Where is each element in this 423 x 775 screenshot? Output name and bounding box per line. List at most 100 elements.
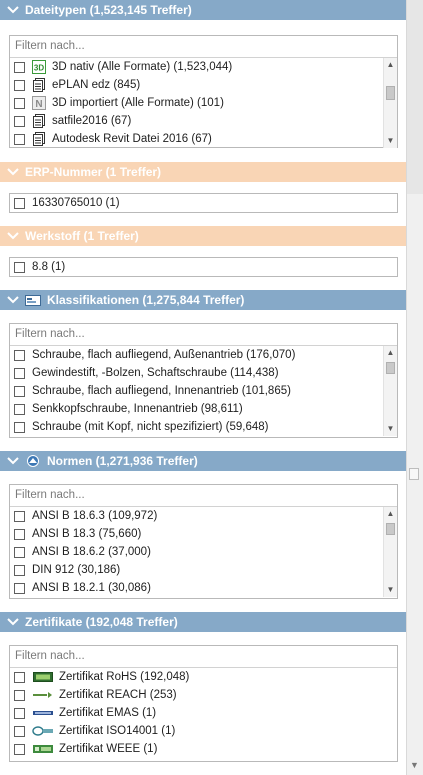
filter-input[interactable]: [15, 40, 392, 52]
list-item[interactable]: Zertifikat ISO14001 (1): [10, 722, 397, 740]
scroll-down-icon[interactable]: ▼: [384, 135, 397, 147]
filter-input[interactable]: [15, 650, 392, 662]
list-item[interactable]: DIN 912 (30,186): [10, 561, 397, 579]
item-label: ANSI B 18.2.1 (30,086): [32, 582, 151, 594]
list-scrollbar[interactable]: ▲ ▼: [383, 58, 397, 148]
scroll-up-icon[interactable]: ▲: [384, 347, 397, 359]
scroll-up-icon[interactable]: ▲: [384, 59, 397, 71]
section-header-dateitypen[interactable]: Dateitypen (1,523,145 Treffer): [0, 0, 406, 20]
scroll-thumb[interactable]: [386, 523, 395, 535]
filter-field[interactable]: [10, 646, 397, 668]
scroll-up-icon[interactable]: ▲: [384, 508, 397, 520]
checkbox[interactable]: [14, 421, 25, 433]
checkbox[interactable]: [14, 349, 25, 361]
list-item[interactable]: ANSI B 18.6.3 (109,972): [10, 507, 397, 525]
list-item[interactable]: 8.8 (1): [10, 258, 397, 276]
checkbox[interactable]: [14, 61, 25, 73]
filter-field[interactable]: [10, 485, 397, 507]
document-icon: [32, 132, 46, 146]
list-item[interactable]: Schraube, flach aufliegend, Innenantrieb…: [10, 382, 397, 400]
item-label: Zertifikat WEEE (1): [59, 743, 158, 755]
item-label: 3D importiert (Alle Formate) (101): [52, 97, 224, 109]
list-item[interactable]: Senkkopfschraube, Innenantrieb (98,611): [10, 400, 397, 418]
scroll-thumb[interactable]: [386, 362, 395, 374]
emas-logo-icon: [32, 707, 54, 719]
chevron-down-icon: [6, 454, 20, 468]
scroll-down-icon[interactable]: ▼: [384, 423, 397, 435]
checkbox[interactable]: [14, 510, 25, 522]
list-item[interactable]: ePLAN edz (845): [10, 76, 397, 94]
reach-logo-icon: [32, 689, 54, 701]
item-label: Schraube, flach aufliegend, Außenantrieb…: [32, 349, 296, 361]
item-label: Zertifikat RoHS (192,048): [59, 671, 190, 683]
list-item[interactable]: Zertifikat EMAS (1): [10, 704, 397, 722]
list-item[interactable]: Schraube, flach aufliegend, Außenantrieb…: [10, 346, 397, 364]
checkbox[interactable]: [14, 115, 25, 127]
list-item[interactable]: Schraube (mit Kopf, nicht spezifiziert) …: [10, 418, 397, 436]
list-item[interactable]: Zertifikat RoHS (192,048): [10, 668, 397, 686]
checkbox[interactable]: [14, 261, 25, 273]
section-header-klassifikationen[interactable]: Klassifikationen (1,275,844 Treffer): [0, 290, 406, 310]
section-header-werkstoff[interactable]: Werkstoff (1 Treffer): [0, 226, 406, 246]
list-scrollbar[interactable]: ▲ ▼: [383, 346, 397, 436]
checkbox[interactable]: [14, 582, 25, 594]
list-item[interactable]: satfile2016 (67): [10, 112, 397, 130]
checkbox[interactable]: [14, 385, 25, 397]
list-item[interactable]: ANSI B 18.6.2 (37,000): [10, 543, 397, 561]
checkbox[interactable]: [14, 689, 25, 701]
checkbox[interactable]: [14, 528, 25, 540]
checkbox[interactable]: [14, 743, 25, 755]
list-item[interactable]: Zertifikat REACH (253): [10, 686, 397, 704]
scroll-thumb[interactable]: [386, 86, 395, 100]
scroll-down-icon[interactable]: ▼: [409, 760, 420, 771]
checkbox[interactable]: [14, 79, 25, 91]
section-title: Klassifikationen (1,275,844 Treffer): [47, 293, 245, 307]
document-icon: [32, 114, 46, 128]
checkbox[interactable]: [14, 707, 25, 719]
panel-scrollbar[interactable]: ▼: [406, 0, 423, 775]
filter-field[interactable]: [10, 324, 397, 346]
checkbox[interactable]: [14, 367, 25, 379]
checkbox[interactable]: [14, 671, 25, 683]
dateitypen-list: 3D 3D nativ (Alle Formate) (1,523,044) e…: [9, 35, 398, 148]
section-header-normen[interactable]: Normen (1,271,936 Treffer): [0, 451, 406, 471]
checkbox[interactable]: [14, 133, 25, 145]
item-label: ANSI B 18.6.3 (109,972): [32, 510, 158, 522]
checkbox[interactable]: [14, 546, 25, 558]
scroll-track[interactable]: [407, 0, 423, 194]
checkbox[interactable]: [14, 564, 25, 576]
filter-input[interactable]: [15, 328, 392, 340]
checkbox[interactable]: [14, 197, 25, 209]
list-item[interactable]: Gewindestift, -Bolzen, Schaftschraube (1…: [10, 364, 397, 382]
item-label: Zertifikat REACH (253): [59, 689, 177, 701]
rohs-logo-icon: [32, 671, 54, 683]
list-item[interactable]: ANSI B 18.2.1 (30,086): [10, 579, 397, 597]
section-title: Zertifikate (192,048 Treffer): [25, 615, 178, 629]
checkbox[interactable]: [14, 97, 25, 109]
checkbox[interactable]: [14, 403, 25, 415]
list-scrollbar[interactable]: ▲ ▼: [383, 507, 397, 597]
item-label: DIN 912 (30,186): [32, 564, 121, 576]
chevron-down-icon: [6, 293, 20, 307]
list-item[interactable]: Autodesk Revit Datei 2016 (67): [10, 130, 397, 148]
filter-panel: Dateitypen (1,523,145 Treffer) 3D 3D nat…: [0, 0, 406, 775]
filter-field[interactable]: [10, 36, 397, 58]
checkbox[interactable]: [14, 725, 25, 737]
filter-input[interactable]: [15, 489, 392, 501]
item-label: ANSI B 18.6.2 (37,000): [32, 546, 151, 558]
list-item[interactable]: ANSI B 18.3 (75,660): [10, 525, 397, 543]
section-title: Werkstoff (1 Treffer): [25, 229, 139, 243]
document-icon: [32, 78, 46, 92]
scroll-thumb[interactable]: [409, 468, 419, 480]
list-item[interactable]: N 3D importiert (Alle Formate) (101): [10, 94, 397, 112]
item-label: satfile2016 (67): [52, 115, 132, 127]
section-header-erp[interactable]: ERP-Nummer (1 Treffer): [0, 162, 406, 182]
erp-list: 16330765010 (1): [9, 193, 398, 213]
section-header-zertifikate[interactable]: Zertifikate (192,048 Treffer): [0, 612, 406, 632]
svg-text:N: N: [35, 99, 42, 110]
list-item[interactable]: Zertifikat WEEE (1): [10, 740, 397, 758]
list-item[interactable]: 3D 3D nativ (Alle Formate) (1,523,044): [10, 58, 397, 76]
scroll-down-icon[interactable]: ▼: [384, 584, 397, 596]
item-label: Zertifikat ISO14001 (1): [59, 725, 176, 737]
list-item[interactable]: 16330765010 (1): [10, 194, 397, 212]
